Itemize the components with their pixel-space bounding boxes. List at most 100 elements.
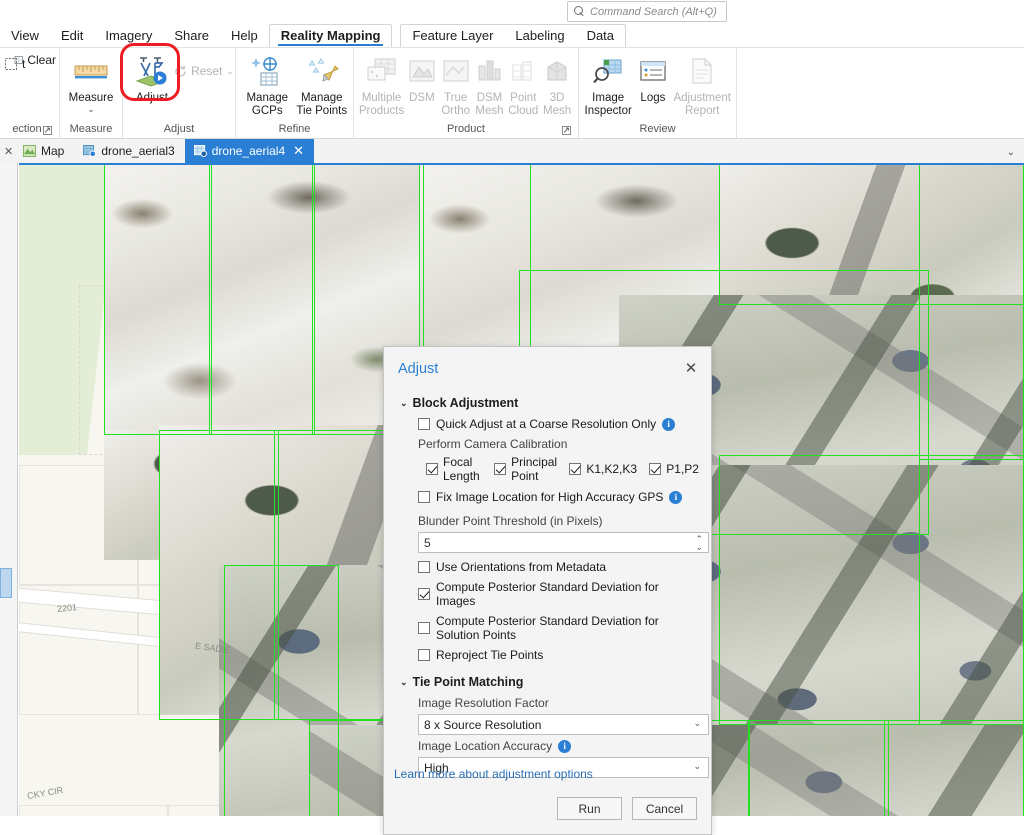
ribbon-group-product: Multiple Products DSM True Ortho DSM Mes… bbox=[354, 48, 579, 138]
command-search-input[interactable]: Command Search (Alt+Q) bbox=[567, 1, 727, 22]
checkbox-quick-adjust-label: Quick Adjust at a Coarse Resolution Only bbox=[436, 417, 657, 431]
contextual-tab-group: Feature Layer Labeling Data bbox=[400, 24, 627, 47]
info-icon[interactable]: i bbox=[662, 417, 676, 431]
learn-more-link[interactable]: Learn more about adjustment options bbox=[394, 767, 593, 781]
ribbon-tab-edit[interactable]: Edit bbox=[50, 25, 94, 47]
image-location-accuracy-label-row: Image Location Accuracy i bbox=[418, 739, 699, 753]
manage-gcps-icon bbox=[250, 54, 284, 90]
manage-tie-points-icon bbox=[305, 54, 339, 90]
image-inspector-label: Image Inspector bbox=[584, 92, 632, 117]
imagery-view-icon bbox=[193, 144, 207, 157]
adjustment-report-button[interactable]: Adjustment Report bbox=[673, 51, 731, 117]
checkbox-posterior-images[interactable]: Compute Posterior Standard Deviation for… bbox=[418, 580, 699, 608]
multiple-products-label: Multiple Products bbox=[358, 92, 405, 117]
section-header-block-adjustment-label: Block Adjustment bbox=[412, 396, 519, 410]
3d-mesh-button[interactable]: 3D Mesh bbox=[541, 51, 573, 117]
panel-resize-handle[interactable] bbox=[0, 568, 12, 598]
checkbox-box bbox=[418, 418, 430, 430]
checkbox-use-orientations[interactable]: Use Orientations from Metadata bbox=[418, 560, 699, 574]
left-panel-collapsed[interactable] bbox=[0, 163, 18, 816]
ribbon-tab-labeling[interactable]: Labeling bbox=[504, 25, 575, 47]
checkbox-posterior-solution-points-label: Compute Posterior Standard Deviation for… bbox=[436, 614, 659, 642]
true-ortho-button[interactable]: True Ortho bbox=[440, 51, 472, 117]
imagery-view-icon bbox=[83, 144, 97, 157]
view-tab-map[interactable]: Map bbox=[14, 139, 74, 163]
dialog-launcher-icon[interactable] bbox=[43, 126, 52, 135]
view-tab-drone-aerial4[interactable]: drone_aerial4 ✕ bbox=[184, 139, 315, 163]
adjust-icon bbox=[134, 54, 170, 90]
ribbon-group-review-title: Review bbox=[639, 123, 676, 135]
close-icon[interactable]: ✕ bbox=[681, 358, 701, 378]
image-footprint[interactable] bbox=[749, 720, 889, 816]
measure-button[interactable]: Measure ⌄ bbox=[65, 51, 117, 113]
ribbon-tab-imagery[interactable]: Imagery bbox=[94, 25, 163, 47]
checkbox-quick-adjust[interactable]: Quick Adjust at a Coarse Resolution Only… bbox=[418, 417, 699, 431]
multiple-products-button[interactable]: Multiple Products bbox=[359, 51, 404, 117]
view-tab-drone-aerial3[interactable]: drone_aerial3 bbox=[74, 139, 184, 163]
image-footprint[interactable] bbox=[919, 455, 1024, 725]
image-footprint[interactable] bbox=[884, 720, 1024, 816]
ribbon-tab-reality-mapping[interactable]: Reality Mapping bbox=[268, 24, 393, 47]
chevron-down-icon[interactable]: ⌄ bbox=[226, 67, 234, 76]
image-footprint[interactable] bbox=[209, 165, 315, 435]
close-icon[interactable]: ✕ bbox=[293, 144, 304, 157]
ribbon-tab-share[interactable]: Share bbox=[163, 25, 220, 47]
checkbox-posterior-solution-points[interactable]: Compute Posterior Standard Deviation for… bbox=[418, 614, 699, 642]
pin-icon[interactable]: ✕ bbox=[0, 145, 14, 163]
dsm-mesh-button[interactable]: DSM Mesh bbox=[474, 51, 506, 117]
run-button[interactable]: Run bbox=[557, 797, 622, 820]
checkbox-focal-length[interactable] bbox=[426, 463, 438, 475]
spinner-arrows[interactable]: ⌃ ⌄ bbox=[695, 535, 703, 552]
checkbox-fix-image-location[interactable]: Fix Image Location for High Accuracy GPS… bbox=[418, 490, 699, 504]
chevron-down-icon[interactable]: ⌄ bbox=[87, 104, 95, 113]
section-header-block-adjustment[interactable]: ⌄ Block Adjustment bbox=[400, 396, 699, 410]
ribbon-group-adjust-title: Adjust bbox=[163, 123, 195, 135]
section-header-tie-point-matching[interactable]: ⌄ Tie Point Matching bbox=[400, 675, 699, 689]
image-footprint[interactable] bbox=[919, 165, 1024, 460]
reset-button[interactable]: Reset ⌄ bbox=[175, 53, 234, 80]
ribbon-group-selection: t Clear ection bbox=[0, 48, 60, 138]
checkbox-box bbox=[418, 622, 430, 634]
image-location-accuracy-label: Image Location Accuracy bbox=[418, 739, 553, 753]
checkbox-k1k2k3[interactable] bbox=[569, 463, 582, 475]
checkbox-p1p2[interactable] bbox=[649, 463, 662, 475]
checkbox-box bbox=[418, 561, 430, 573]
checkbox-box bbox=[418, 491, 430, 503]
adjust-button[interactable]: Adjust bbox=[128, 51, 176, 105]
image-inspector-icon bbox=[592, 54, 624, 90]
image-footprint[interactable] bbox=[104, 165, 212, 435]
map-stage: 2201 E SADIE CKY CIR Adjust ✕ ⌄ Block Ad… bbox=[0, 163, 1024, 835]
dialog-launcher-icon[interactable] bbox=[562, 126, 571, 135]
logs-button[interactable]: Logs bbox=[634, 51, 671, 105]
ribbon-group-refine-title: Refine bbox=[278, 123, 311, 135]
checkbox-p1p2-label: P1,P2 bbox=[666, 462, 699, 476]
checkbox-principal-point[interactable] bbox=[494, 463, 507, 475]
ribbon-tab-help[interactable]: Help bbox=[220, 25, 269, 47]
adjustment-report-label: Adjustment Report bbox=[673, 92, 731, 117]
manage-gcps-button[interactable]: Manage GCPs bbox=[241, 51, 294, 117]
chevron-down-icon: ⌄ bbox=[400, 676, 408, 687]
chevron-down-icon[interactable]: ⌄ bbox=[1007, 147, 1015, 158]
blunder-threshold-input[interactable]: 5 ⌃ ⌄ bbox=[418, 532, 709, 553]
dsm-icon bbox=[407, 54, 437, 90]
ruler-icon bbox=[74, 54, 108, 90]
dsm-button[interactable]: DSM bbox=[406, 51, 438, 105]
clear-selection-button[interactable]: Clear bbox=[10, 51, 60, 69]
info-icon[interactable]: i bbox=[558, 739, 572, 753]
chevron-down-icon: ⌄ bbox=[693, 718, 701, 728]
cancel-button[interactable]: Cancel bbox=[632, 797, 697, 820]
dialog-button-bar: Run Cancel bbox=[557, 797, 697, 820]
image-inspector-button[interactable]: Image Inspector bbox=[584, 51, 632, 117]
image-resolution-factor-select[interactable]: 8 x Source Resolution ⌄ bbox=[418, 714, 709, 735]
reset-icon bbox=[175, 65, 186, 77]
ribbon-tab-feature-layer[interactable]: Feature Layer bbox=[401, 25, 504, 47]
point-cloud-button[interactable]: Point Cloud bbox=[507, 51, 539, 117]
info-icon[interactable]: i bbox=[669, 490, 683, 504]
ribbon-tab-data[interactable]: Data bbox=[576, 25, 625, 47]
ribbon-body: t Clear ection Measure ⌄ Measure Adjust … bbox=[0, 47, 1024, 139]
ribbon-tab-view[interactable]: View bbox=[0, 25, 50, 47]
manage-tie-points-button[interactable]: Manage Tie Points bbox=[296, 51, 349, 117]
blunder-threshold-value: 5 bbox=[424, 535, 431, 550]
checkbox-principal-point-label: Principal Point bbox=[511, 455, 558, 483]
checkbox-reproject-tie-points[interactable]: Reproject Tie Points bbox=[418, 648, 699, 662]
